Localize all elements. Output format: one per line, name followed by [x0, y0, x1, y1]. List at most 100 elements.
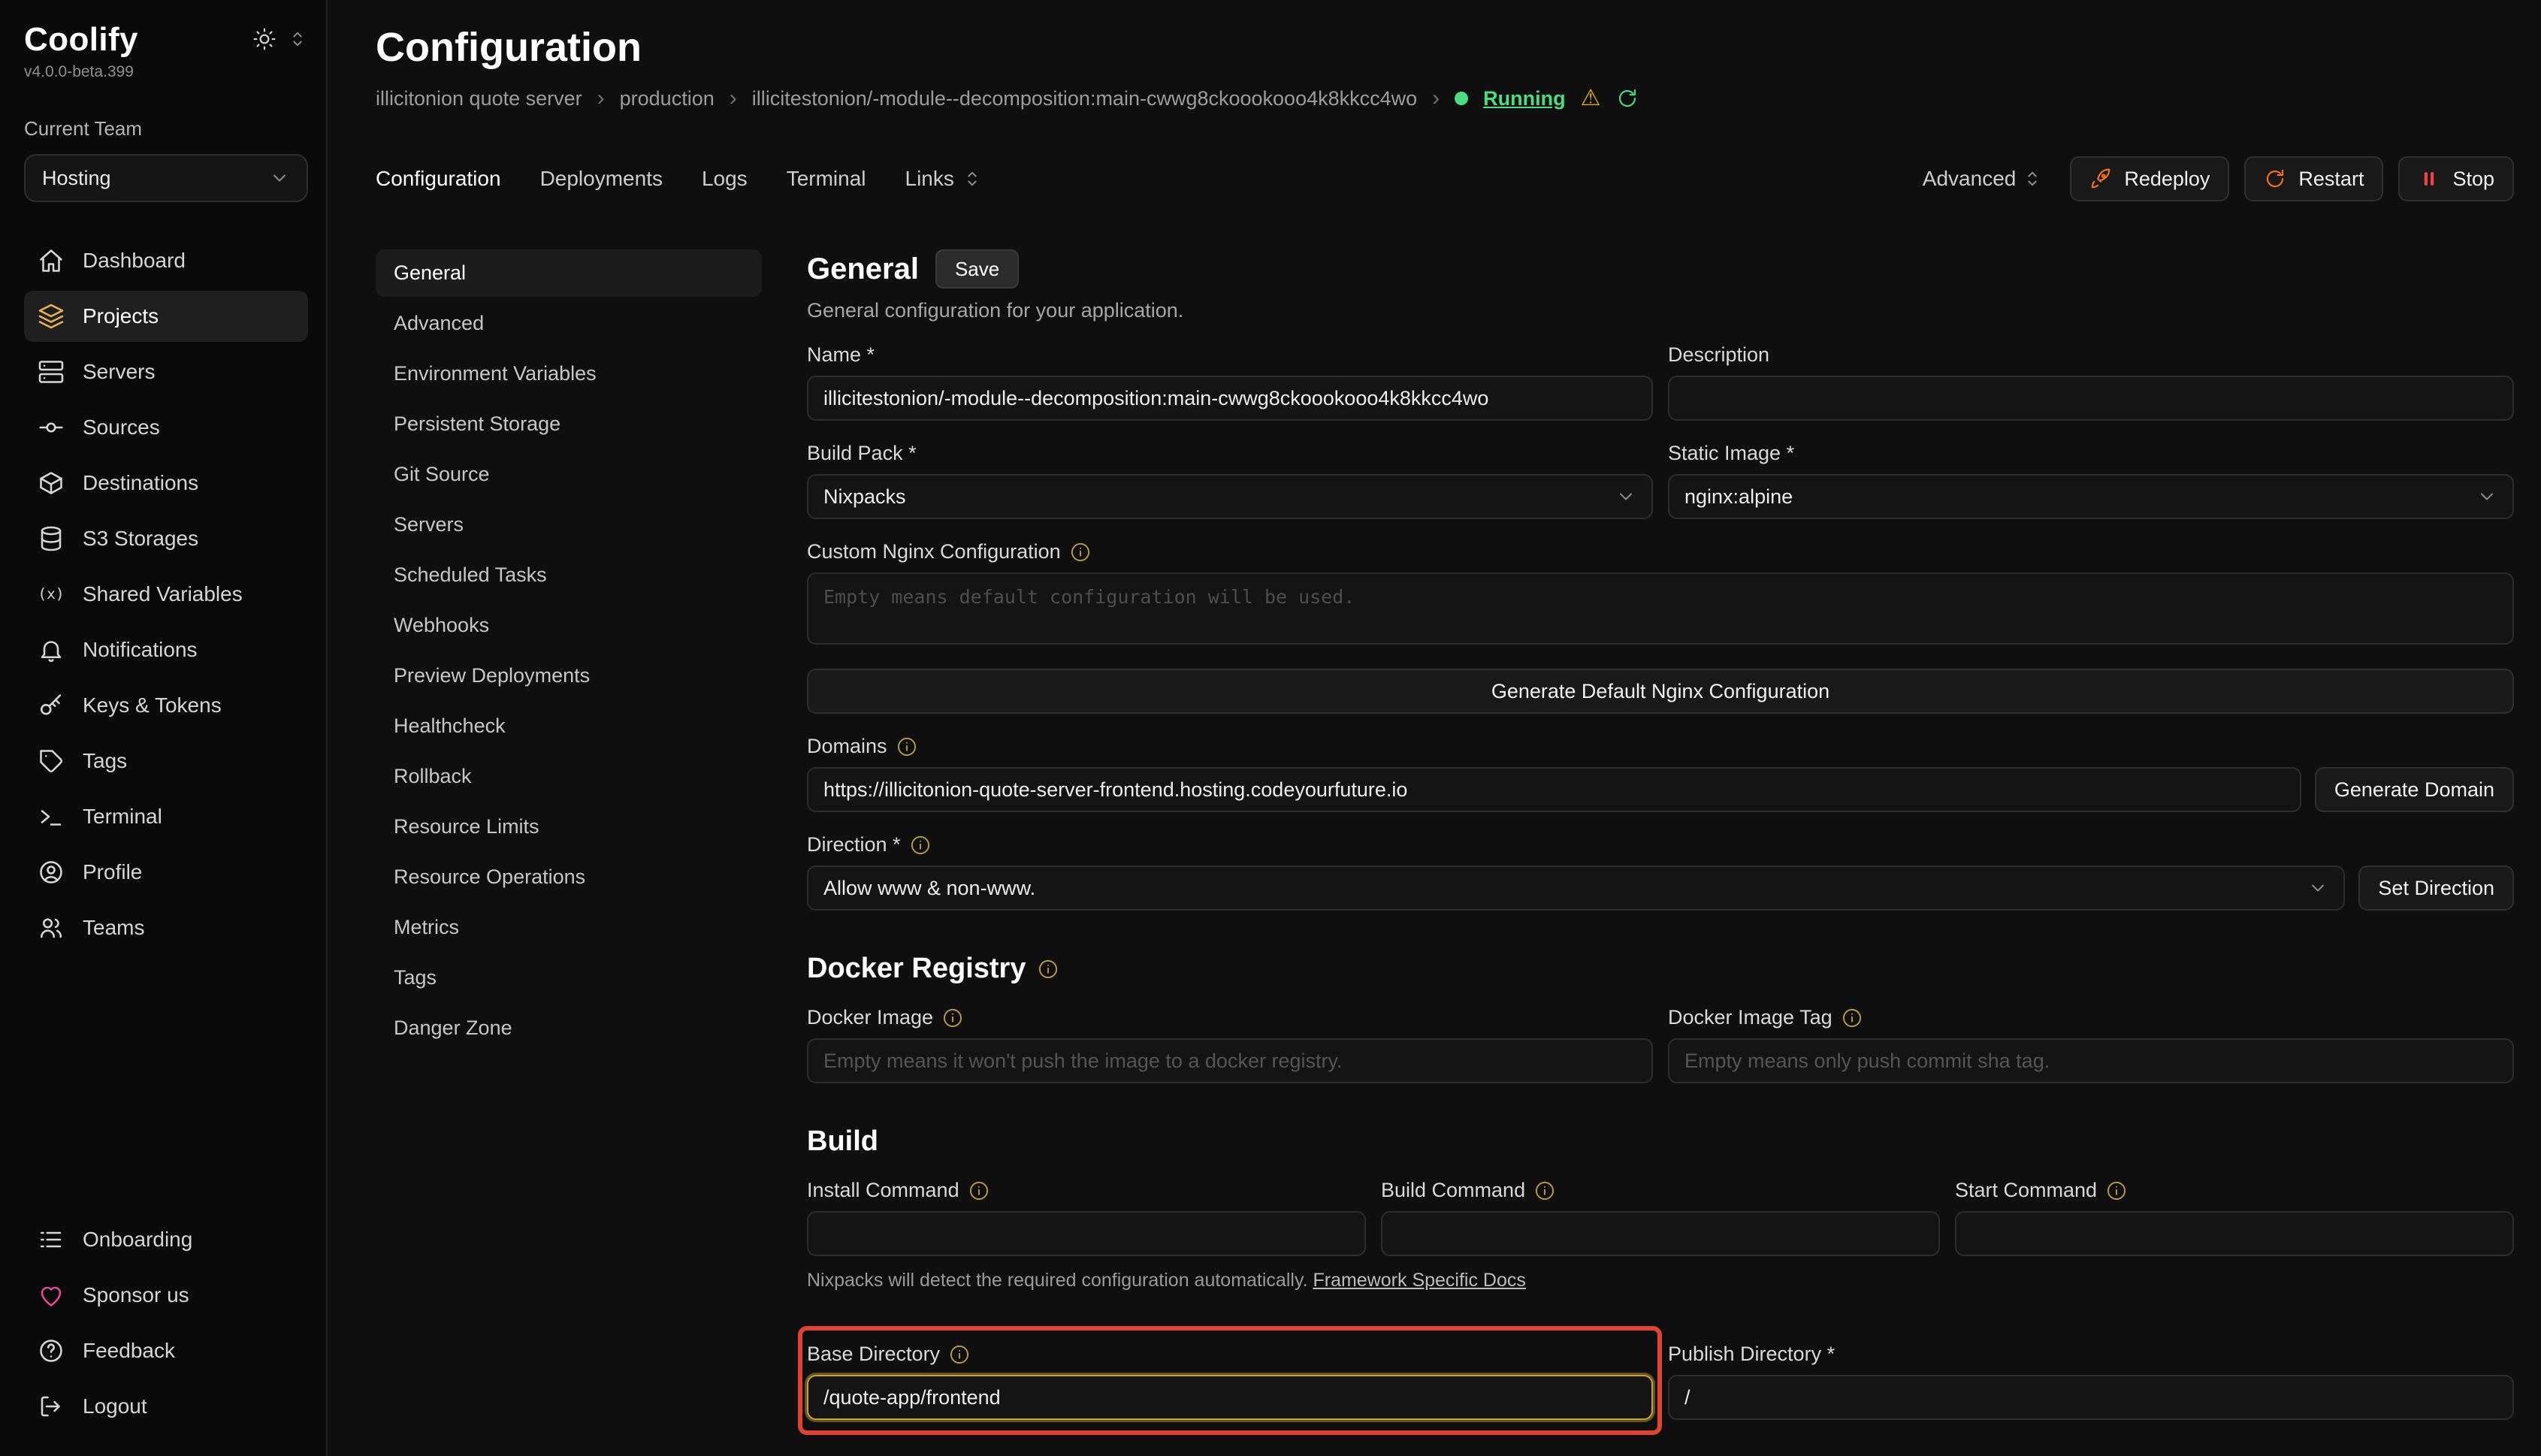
publish-directory-input[interactable]: [1668, 1375, 2514, 1420]
breadcrumb-application[interactable]: illicitestonion/-module--decomposition:m…: [752, 87, 1417, 110]
sidebar-item-servers[interactable]: Servers: [24, 346, 308, 397]
redeploy-button[interactable]: Redeploy: [2070, 156, 2229, 201]
page-title: Configuration: [376, 24, 2514, 71]
set-direction-button[interactable]: Set Direction: [2358, 865, 2514, 911]
name-input[interactable]: [807, 376, 1653, 421]
docker-image-tag-input[interactable]: [1668, 1038, 2514, 1083]
advanced-dropdown[interactable]: Advanced: [1923, 167, 2044, 191]
subnav-resource-limits[interactable]: Resource Limits: [376, 803, 762, 850]
save-button[interactable]: Save: [935, 249, 1019, 288]
build-command-input[interactable]: [1381, 1211, 1940, 1256]
custom-nginx-textarea[interactable]: [807, 572, 2514, 645]
build-pack-select[interactable]: Nixpacks: [807, 474, 1653, 519]
info-icon[interactable]: [1842, 1007, 1863, 1029]
tab-links[interactable]: Links: [905, 167, 983, 191]
sidebar-item-onboarding[interactable]: Onboarding: [24, 1214, 308, 1265]
subnav-environment-variables[interactable]: Environment Variables: [376, 350, 762, 397]
sidebar-item-projects[interactable]: Projects: [24, 291, 308, 342]
team-select[interactable]: Hosting: [24, 154, 308, 202]
install-command-input[interactable]: [807, 1211, 1366, 1256]
subnav-resource-operations[interactable]: Resource Operations: [376, 853, 762, 901]
direction-select[interactable]: Allow www & non-www.: [807, 865, 2345, 911]
info-icon[interactable]: [910, 835, 931, 856]
theme-sun-icon[interactable]: [252, 27, 276, 51]
sidebar-item-profile[interactable]: Profile: [24, 847, 308, 898]
breadcrumb-environment[interactable]: production: [620, 87, 715, 110]
refresh-icon[interactable]: [1616, 87, 1639, 110]
info-icon[interactable]: [1038, 959, 1059, 980]
subnav-danger-zone[interactable]: Danger Zone: [376, 1004, 762, 1052]
subnav-servers[interactable]: Servers: [376, 501, 762, 548]
warning-icon[interactable]: ⚠: [1581, 87, 1601, 110]
sidebar-item-tags[interactable]: Tags: [24, 736, 308, 787]
chevrons-up-down-icon[interactable]: [287, 29, 308, 50]
docker-image-tag-label: Docker Image Tag: [1668, 1006, 2514, 1029]
logout-icon: [38, 1393, 65, 1420]
subnav-webhooks[interactable]: Webhooks: [376, 602, 762, 649]
sidebar-item-sources[interactable]: Sources: [24, 402, 308, 453]
users-icon: [38, 914, 65, 941]
start-command-input[interactable]: [1955, 1211, 2514, 1256]
generate-domain-button[interactable]: Generate Domain: [2315, 767, 2514, 812]
chevron-down-icon: [269, 168, 290, 189]
tab-deployments[interactable]: Deployments: [540, 167, 663, 191]
subnav-scheduled-tasks[interactable]: Scheduled Tasks: [376, 551, 762, 599]
sidebar-item-dashboard[interactable]: Dashboard: [24, 235, 308, 286]
sidebar-item-logout[interactable]: Logout: [24, 1381, 308, 1432]
info-icon[interactable]: [942, 1007, 963, 1029]
tab-terminal[interactable]: Terminal: [787, 167, 866, 191]
subnav-metrics[interactable]: Metrics: [376, 904, 762, 951]
subnav-persistent-storage[interactable]: Persistent Storage: [376, 400, 762, 448]
sidebar-item-terminal[interactable]: Terminal: [24, 791, 308, 842]
breadcrumb-project[interactable]: illicitonion quote server: [376, 87, 582, 110]
base-directory-input[interactable]: [807, 1375, 1653, 1420]
domains-input[interactable]: [807, 767, 2301, 812]
publish-directory-label: Publish Directory *: [1668, 1343, 2514, 1366]
subnav-general[interactable]: General: [376, 249, 762, 297]
sidebar-item-sponsor[interactable]: Sponsor us: [24, 1270, 308, 1321]
base-directory-label-text: Base Directory: [807, 1343, 940, 1366]
info-icon[interactable]: [949, 1344, 970, 1365]
stop-button[interactable]: Stop: [2398, 156, 2514, 201]
description-input[interactable]: [1668, 376, 2514, 421]
generate-nginx-label: Generate Default Nginx Configuration: [1491, 680, 1829, 703]
sidebar-item-teams[interactable]: Teams: [24, 902, 308, 953]
chevrons-up-down-icon: [962, 168, 983, 189]
docker-image-input[interactable]: [807, 1038, 1653, 1083]
info-icon[interactable]: [896, 736, 917, 757]
sidebar-item-label: S3 Storages: [83, 527, 198, 551]
chevron-right-icon: ›: [597, 86, 605, 111]
tab-logs[interactable]: Logs: [702, 167, 748, 191]
tab-configuration[interactable]: Configuration: [376, 167, 501, 191]
static-image-select[interactable]: nginx:alpine: [1668, 474, 2514, 519]
sidebar-item-feedback[interactable]: Feedback: [24, 1325, 308, 1376]
build-pack-label: Build Pack *: [807, 442, 1653, 465]
sidebar-item-notifications[interactable]: Notifications: [24, 624, 308, 675]
sidebar-item-shared-variables[interactable]: (x) Shared Variables: [24, 569, 308, 620]
status-badge[interactable]: Running: [1483, 87, 1565, 110]
docker-image-tag-label-text: Docker Image Tag: [1668, 1006, 1832, 1029]
generate-nginx-button[interactable]: Generate Default Nginx Configuration: [807, 669, 2514, 714]
sidebar-item-keys-tokens[interactable]: Keys & Tokens: [24, 680, 308, 731]
sidebar-item-destinations[interactable]: Destinations: [24, 458, 308, 509]
subnav-preview-deployments[interactable]: Preview Deployments: [376, 652, 762, 699]
subnav-git-source[interactable]: Git Source: [376, 451, 762, 498]
subnav-tags[interactable]: Tags: [376, 954, 762, 1001]
checklist-icon: [38, 1226, 65, 1253]
info-icon[interactable]: [968, 1180, 990, 1201]
info-icon[interactable]: [1534, 1180, 1555, 1201]
subnav-healthcheck[interactable]: Healthcheck: [376, 702, 762, 750]
framework-docs-link[interactable]: Framework Specific Docs: [1313, 1270, 1525, 1291]
build-command-label-text: Build Command: [1381, 1179, 1525, 1202]
docker-image-label-text: Docker Image: [807, 1006, 933, 1029]
info-icon[interactable]: [1070, 542, 1091, 563]
sidebar-item-s3-storages[interactable]: S3 Storages: [24, 513, 308, 564]
info-icon[interactable]: [2106, 1180, 2127, 1201]
docker-registry-heading-text: Docker Registry: [807, 953, 1026, 985]
terminal-icon: [38, 803, 65, 830]
main-area: Configuration illicitonion quote server …: [328, 0, 2541, 1456]
subnav-advanced[interactable]: Advanced: [376, 300, 762, 347]
subnav-rollback[interactable]: Rollback: [376, 753, 762, 800]
restart-button[interactable]: Restart: [2244, 156, 2383, 201]
sidebar-nav: Dashboard Projects Servers Sources Desti…: [24, 235, 308, 953]
